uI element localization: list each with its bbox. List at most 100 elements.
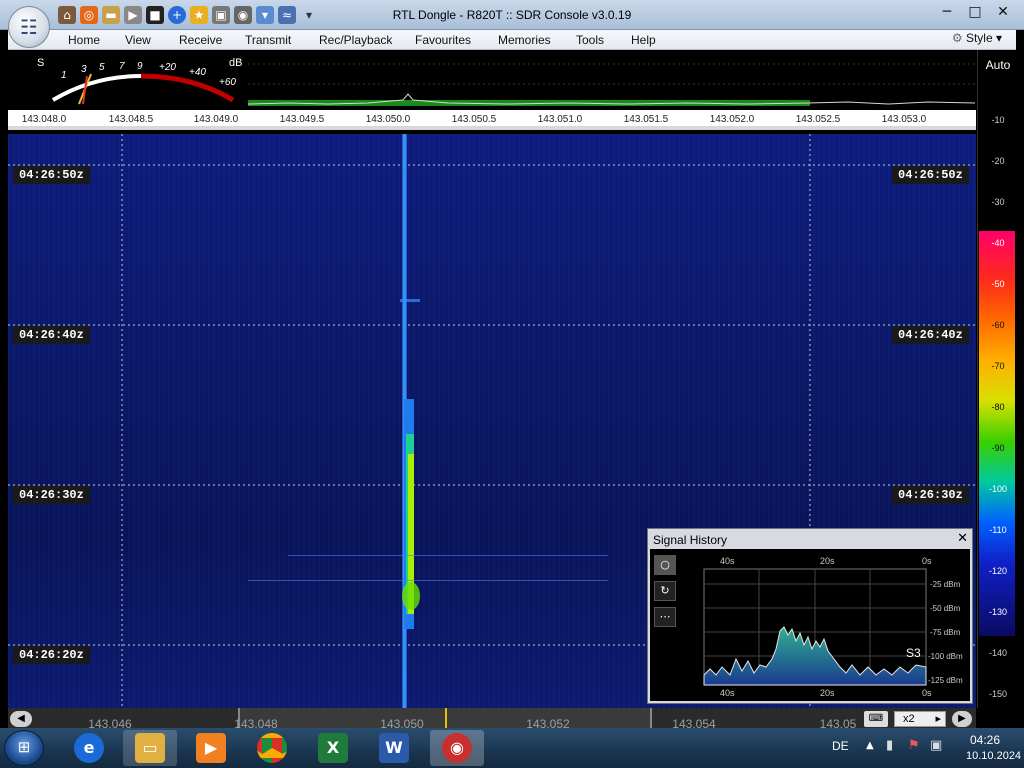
y-tick: -25 dBm bbox=[930, 580, 961, 589]
meter-tick-5: 5 bbox=[99, 62, 105, 73]
s-meter-graphic: S dB 1 3 5 7 9 +20 +40 +60 bbox=[37, 57, 242, 105]
menu-tools[interactable]: Tools bbox=[576, 33, 604, 47]
freq-tick: 143.049.5 bbox=[279, 114, 325, 125]
menu-memories[interactable]: Memories bbox=[498, 33, 551, 47]
x-tick-bottom: 40s bbox=[720, 688, 735, 698]
title-bar: ⌂ ◎ ▬ ▶ ■ + ★ ▣ ◉ ▾ ≈ ▾ RTL Dongle - R82… bbox=[0, 0, 1024, 30]
taskbar-sdr-console[interactable]: ◉ bbox=[430, 730, 484, 766]
taskbar-internet-explorer[interactable]: e bbox=[62, 730, 116, 766]
y-tick: -50 dBm bbox=[930, 604, 961, 613]
spectrum-display[interactable] bbox=[247, 54, 976, 110]
maximize-button[interactable]: □ bbox=[962, 2, 988, 24]
frequency-scale[interactable]: 143.048.0 143.048.5 143.049.0 143.049.5 … bbox=[8, 110, 976, 130]
file-explorer-icon: ▭ bbox=[135, 733, 165, 763]
db-tick: -10 bbox=[991, 115, 1005, 125]
clock-date[interactable]: 10.10.2024 bbox=[966, 750, 1021, 762]
excel-icon: X bbox=[318, 733, 348, 763]
chevron-down-icon: ▾ bbox=[992, 31, 1002, 45]
scroll-right-icon[interactable]: ▶ bbox=[952, 711, 972, 727]
freq-tick: 143.051.5 bbox=[623, 114, 669, 125]
x-tick-top: 0s bbox=[922, 556, 932, 566]
db-tick: -100 bbox=[988, 484, 1007, 494]
db-tick: -150 bbox=[988, 689, 1007, 699]
y-tick: -100 dBm bbox=[928, 652, 963, 661]
freq-tick: 143.050.0 bbox=[365, 114, 411, 125]
clock-time[interactable]: 04:26 bbox=[970, 733, 1000, 747]
window-controls: ─ □ ✕ bbox=[934, 2, 1016, 24]
s-reading: S3 bbox=[906, 646, 921, 660]
db-tick: -50 bbox=[991, 279, 1005, 289]
meter-tick-7: 7 bbox=[119, 61, 125, 72]
tuned-frequency-marker bbox=[445, 708, 447, 728]
meter-tick-1: 1 bbox=[61, 70, 67, 81]
monitor-icon[interactable]: ▣ bbox=[930, 738, 942, 753]
db-tick: -120 bbox=[988, 566, 1007, 576]
application-menu-button[interactable]: ☷ bbox=[8, 6, 50, 48]
word-icon: W bbox=[379, 733, 409, 763]
app-menu-icon: ☷ bbox=[20, 15, 38, 39]
keyboard-icon[interactable]: ⌨ bbox=[864, 711, 888, 727]
menu-home[interactable]: Home bbox=[68, 33, 100, 47]
signal-history-title: Signal History bbox=[653, 533, 728, 547]
taskbar-word[interactable]: W bbox=[367, 730, 421, 766]
db-tick: -90 bbox=[991, 443, 1005, 453]
taskbar-chrome[interactable] bbox=[245, 730, 299, 766]
freq-tick: 143.052.5 bbox=[795, 114, 841, 125]
x-tick-bottom: 0s bbox=[922, 688, 932, 698]
scroll-left-icon[interactable]: ◀ bbox=[10, 711, 32, 727]
db-tick: -80 bbox=[991, 402, 1005, 412]
taskbar-excel[interactable]: X bbox=[306, 730, 360, 766]
x-tick-top: 20s bbox=[820, 556, 835, 566]
freq-tick: 143.053.0 bbox=[881, 114, 927, 125]
s-meter: S dB 1 3 5 7 9 +20 +40 +60 bbox=[33, 54, 247, 106]
timestamp-label-right: 04:26:30z bbox=[892, 486, 969, 504]
menu-help[interactable]: Help bbox=[631, 33, 656, 47]
signal-history-panel: Signal History ✕ ○ ↻ ⋯ 40s 20s 0s 40s 20… bbox=[647, 528, 973, 704]
signal-burst-peak bbox=[402, 582, 420, 610]
language-indicator[interactable]: DE bbox=[832, 739, 849, 753]
taskbar-file-explorer[interactable]: ▭ bbox=[123, 730, 177, 766]
minimize-button[interactable]: ─ bbox=[934, 2, 960, 24]
interference-line bbox=[288, 555, 608, 556]
taskbar-media-player[interactable]: ▶ bbox=[184, 730, 238, 766]
db-tick: -40 bbox=[991, 238, 1005, 248]
sdr-console-icon: ◉ bbox=[442, 733, 472, 763]
style-gear-icon: ⚙ bbox=[951, 31, 966, 45]
freq-tick: 143.049.0 bbox=[193, 114, 239, 125]
db-tick: -140 bbox=[988, 648, 1007, 658]
interference-line bbox=[248, 580, 608, 581]
flag-icon[interactable]: ⚑ bbox=[908, 738, 920, 753]
signal-history-body: ○ ↻ ⋯ 40s 20s 0s 40s 20s 0s -25 dBm -50 … bbox=[650, 549, 970, 701]
menu-receive[interactable]: Receive bbox=[179, 33, 222, 47]
system-tray: DE ▲ ▮ ⚑ ▣ 04:26 10.10.2024 bbox=[824, 728, 1024, 768]
auto-scale-toggle[interactable]: Auto bbox=[978, 58, 1018, 72]
close-button[interactable]: ✕ bbox=[990, 2, 1016, 24]
style-label: Style bbox=[965, 31, 993, 45]
close-icon[interactable]: ✕ bbox=[957, 531, 968, 546]
chrome-icon bbox=[257, 733, 287, 763]
meter-db-label: dB bbox=[229, 57, 242, 69]
y-tick: -125 dBm bbox=[928, 676, 963, 685]
meter-tick-plus20: +20 bbox=[159, 62, 176, 73]
meter-tick-9: 9 bbox=[137, 61, 143, 72]
frequency-scroller[interactable]: ◀ 143.046 143.048 143.050 143.052 143.05… bbox=[8, 708, 976, 731]
menu-transmit[interactable]: Transmit bbox=[245, 33, 291, 47]
meter-tick-3: 3 bbox=[81, 64, 87, 75]
network-icon[interactable]: ▮ bbox=[886, 738, 893, 753]
style-selector[interactable]: ⚙ Style ▾ bbox=[952, 31, 1002, 45]
meter-tick-plus60: +60 bbox=[219, 77, 236, 88]
chevron-right-icon: ▸ bbox=[935, 712, 941, 725]
x-tick-top: 40s bbox=[720, 556, 735, 566]
menu-favourites[interactable]: Favourites bbox=[415, 33, 471, 47]
zoom-selector[interactable]: x2 ▸ bbox=[894, 711, 946, 727]
freq-tick: 143.051.0 bbox=[537, 114, 583, 125]
signal-streak bbox=[400, 299, 420, 302]
menu-view[interactable]: View bbox=[125, 33, 151, 47]
db-tick: -130 bbox=[988, 607, 1007, 617]
start-button[interactable]: ⊞ bbox=[4, 730, 44, 766]
show-hidden-icons-icon[interactable]: ▲ bbox=[866, 740, 874, 751]
db-tick: -60 bbox=[991, 320, 1005, 330]
timestamp-label-right: 04:26:50z bbox=[892, 166, 969, 184]
menu-rec-playback[interactable]: Rec/Playback bbox=[319, 33, 392, 47]
timestamp-label-left: 04:26:50z bbox=[13, 166, 90, 184]
